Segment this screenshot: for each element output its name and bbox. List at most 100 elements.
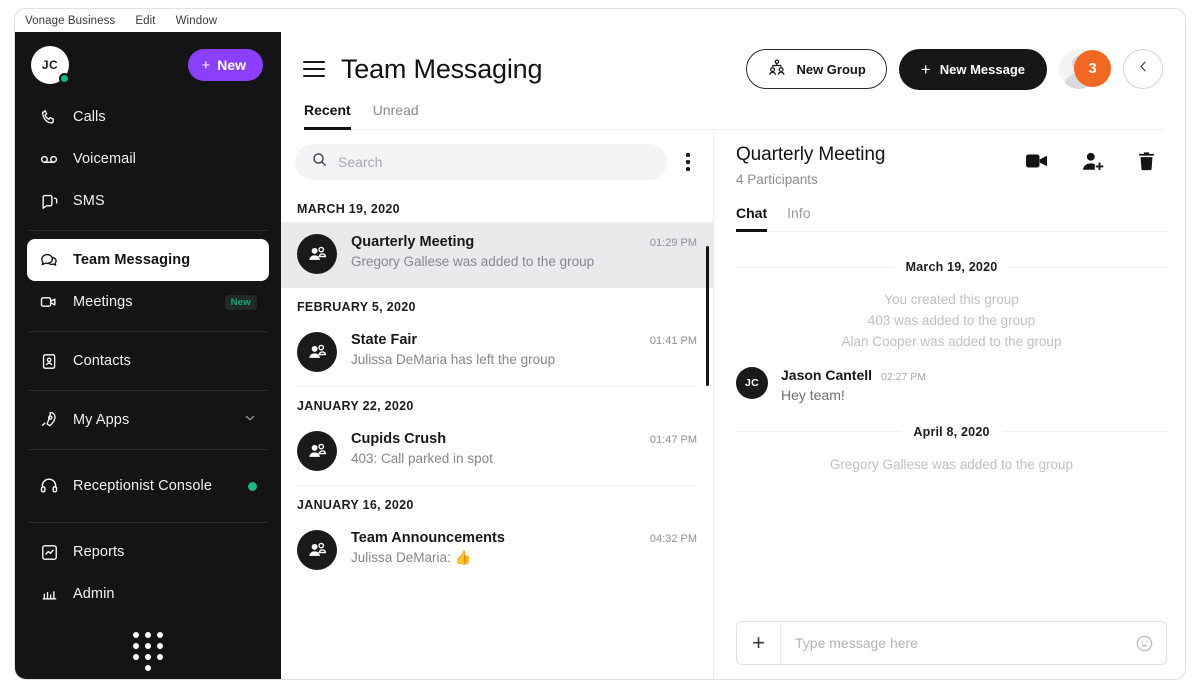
- notifications[interactable]: 3: [1059, 48, 1111, 90]
- menu-item-vonage-business[interactable]: Vonage Business: [25, 15, 115, 27]
- status-badge: New: [224, 294, 257, 310]
- conversation-name: Quarterly Meeting: [351, 234, 475, 250]
- notification-badge: 3: [1074, 50, 1111, 87]
- apps-rocket-icon: [39, 410, 59, 430]
- conversation-name: Cupids Crush: [351, 431, 447, 447]
- add-attachment-icon[interactable]: +: [737, 622, 781, 664]
- chat-messages[interactable]: March 19, 2020 You created this group 40…: [736, 232, 1167, 609]
- avatar[interactable]: JC: [31, 46, 70, 84]
- conversation-list-pane: MARCH 19, 2020 Quarterly Meeting 01:29 P…: [281, 130, 714, 679]
- add-participant-icon[interactable]: [1081, 151, 1104, 172]
- new-button[interactable]: + New: [188, 49, 263, 81]
- new-group-label: New Group: [796, 61, 866, 77]
- sidebar-divider: [29, 230, 267, 231]
- contact-card-icon: [39, 351, 59, 371]
- sidebar-item-meetings[interactable]: Meetings New: [27, 281, 269, 323]
- menu-item-edit[interactable]: Edit: [135, 15, 155, 27]
- system-message: Gregory Gallese was added to the group: [829, 456, 1074, 472]
- search-icon: [311, 151, 328, 173]
- sidebar-nav: Calls Voicemail SMS Team Messaging Meeti…: [15, 94, 281, 615]
- chat-pane: Quarterly Meeting 4 Participants Chat In…: [714, 130, 1185, 679]
- sidebar-item-contacts[interactable]: Contacts: [27, 340, 269, 382]
- presence-dot-icon: [59, 73, 70, 84]
- message-input[interactable]: [781, 635, 1122, 651]
- chat-header: Quarterly Meeting 4 Participants: [736, 130, 1167, 187]
- conversation-name: State Fair: [351, 332, 418, 348]
- day-divider-label: March 19, 2020: [905, 260, 998, 274]
- list-item[interactable]: State Fair 01:41 PM Julissa DeMaria has …: [281, 320, 713, 386]
- sidebar-divider: [29, 449, 267, 450]
- main-header: Team Messaging New Group + New Message 3…: [281, 32, 1185, 130]
- reports-chart-icon: [39, 542, 59, 562]
- emoji-picker-icon[interactable]: [1122, 634, 1166, 653]
- group-people-icon: [767, 59, 787, 80]
- search-row: [281, 130, 713, 190]
- avatar-initials: JC: [41, 58, 59, 72]
- group-avatar-icon: [297, 431, 337, 471]
- page-title: Team Messaging: [341, 53, 543, 84]
- avatar: JC: [736, 366, 768, 399]
- more-options-icon[interactable]: [677, 147, 699, 177]
- chat-bubble-icon: [39, 250, 59, 270]
- conversation-scroll[interactable]: MARCH 19, 2020 Quarterly Meeting 01:29 P…: [281, 190, 713, 679]
- chevron-left-icon: [1136, 59, 1151, 79]
- voicemail-icon: [39, 149, 59, 169]
- main-content: Team Messaging New Group + New Message 3…: [281, 32, 1185, 679]
- sidebar-item-sms[interactable]: SMS: [27, 180, 269, 222]
- video-camera-icon: [39, 292, 59, 312]
- system-message: Alan Cooper was added to the group: [841, 333, 1062, 349]
- trash-icon[interactable]: [1136, 150, 1157, 172]
- content-split: MARCH 19, 2020 Quarterly Meeting 01:29 P…: [281, 130, 1185, 679]
- dialpad-button[interactable]: [15, 632, 281, 671]
- sidebar-item-team-messaging[interactable]: Team Messaging: [27, 239, 269, 281]
- menubar: Vonage Business Edit Window: [15, 9, 1185, 32]
- search-input[interactable]: [338, 154, 651, 170]
- chat-title: Quarterly Meeting: [736, 144, 886, 165]
- video-call-icon[interactable]: [1025, 151, 1049, 171]
- sidebar-header: JC + New: [15, 32, 281, 94]
- list-item[interactable]: Team Announcements 04:32 PM Julissa DeMa…: [281, 518, 713, 584]
- chat-actions: [1025, 144, 1167, 172]
- sidebar-item-admin[interactable]: Admin: [27, 573, 269, 615]
- day-divider: March 19, 2020: [736, 260, 1167, 274]
- conversation-time: 04:32 PM: [649, 533, 697, 545]
- sms-icon: [39, 191, 59, 211]
- hamburger-menu-icon[interactable]: [303, 61, 325, 77]
- conversation-preview: Julissa DeMaria has left the group: [351, 352, 556, 367]
- chevron-down-icon: [243, 411, 257, 429]
- tab-info[interactable]: Info: [787, 205, 810, 232]
- day-divider: April 8, 2020: [736, 425, 1167, 439]
- list-item[interactable]: Quarterly Meeting 01:29 PM Gregory Galle…: [281, 222, 713, 288]
- sidebar-item-label: Meetings: [73, 293, 133, 310]
- sidebar-divider: [29, 331, 267, 332]
- headset-icon: [39, 476, 59, 496]
- sidebar-divider: [29, 390, 267, 391]
- system-message: You created this group: [884, 292, 1019, 307]
- sidebar-item-reports[interactable]: Reports: [27, 531, 269, 573]
- sidebar-item-label: Receptionist Console: [73, 477, 213, 494]
- tab-chat[interactable]: Chat: [736, 205, 768, 232]
- conversation-preview: Gregory Gallese was added to the group: [351, 254, 595, 269]
- sidebar-item-receptionist-console[interactable]: Receptionist Console: [27, 458, 269, 514]
- chat-tabs: Chat Info: [736, 205, 1167, 232]
- collapse-panel-button[interactable]: [1123, 49, 1163, 89]
- sidebar-item-calls[interactable]: Calls: [27, 96, 269, 138]
- header-actions: New Group + New Message 3: [746, 48, 1163, 90]
- list-item[interactable]: Cupids Crush 01:47 PM 403: Call parked i…: [281, 419, 713, 485]
- tab-recent[interactable]: Recent: [304, 102, 351, 130]
- new-message-button[interactable]: + New Message: [898, 48, 1047, 90]
- sidebar-item-voicemail[interactable]: Voicemail: [27, 138, 269, 180]
- new-button-label: New: [217, 57, 246, 73]
- sidebar-item-label: Team Messaging: [73, 251, 191, 268]
- tab-unread[interactable]: Unread: [373, 102, 419, 130]
- message-author: Jason Cantell: [781, 366, 873, 383]
- scrollbar-thumb[interactable]: [706, 246, 709, 386]
- conversation-time: 01:47 PM: [649, 434, 697, 446]
- sidebar-item-label: Contacts: [73, 352, 132, 369]
- conversation-name: Team Announcements: [351, 530, 505, 546]
- day-divider-label: April 8, 2020: [913, 424, 990, 439]
- menu-item-window[interactable]: Window: [176, 15, 218, 27]
- search-box[interactable]: [295, 144, 667, 180]
- new-group-button[interactable]: New Group: [746, 49, 887, 89]
- sidebar-item-my-apps[interactable]: My Apps: [27, 399, 269, 441]
